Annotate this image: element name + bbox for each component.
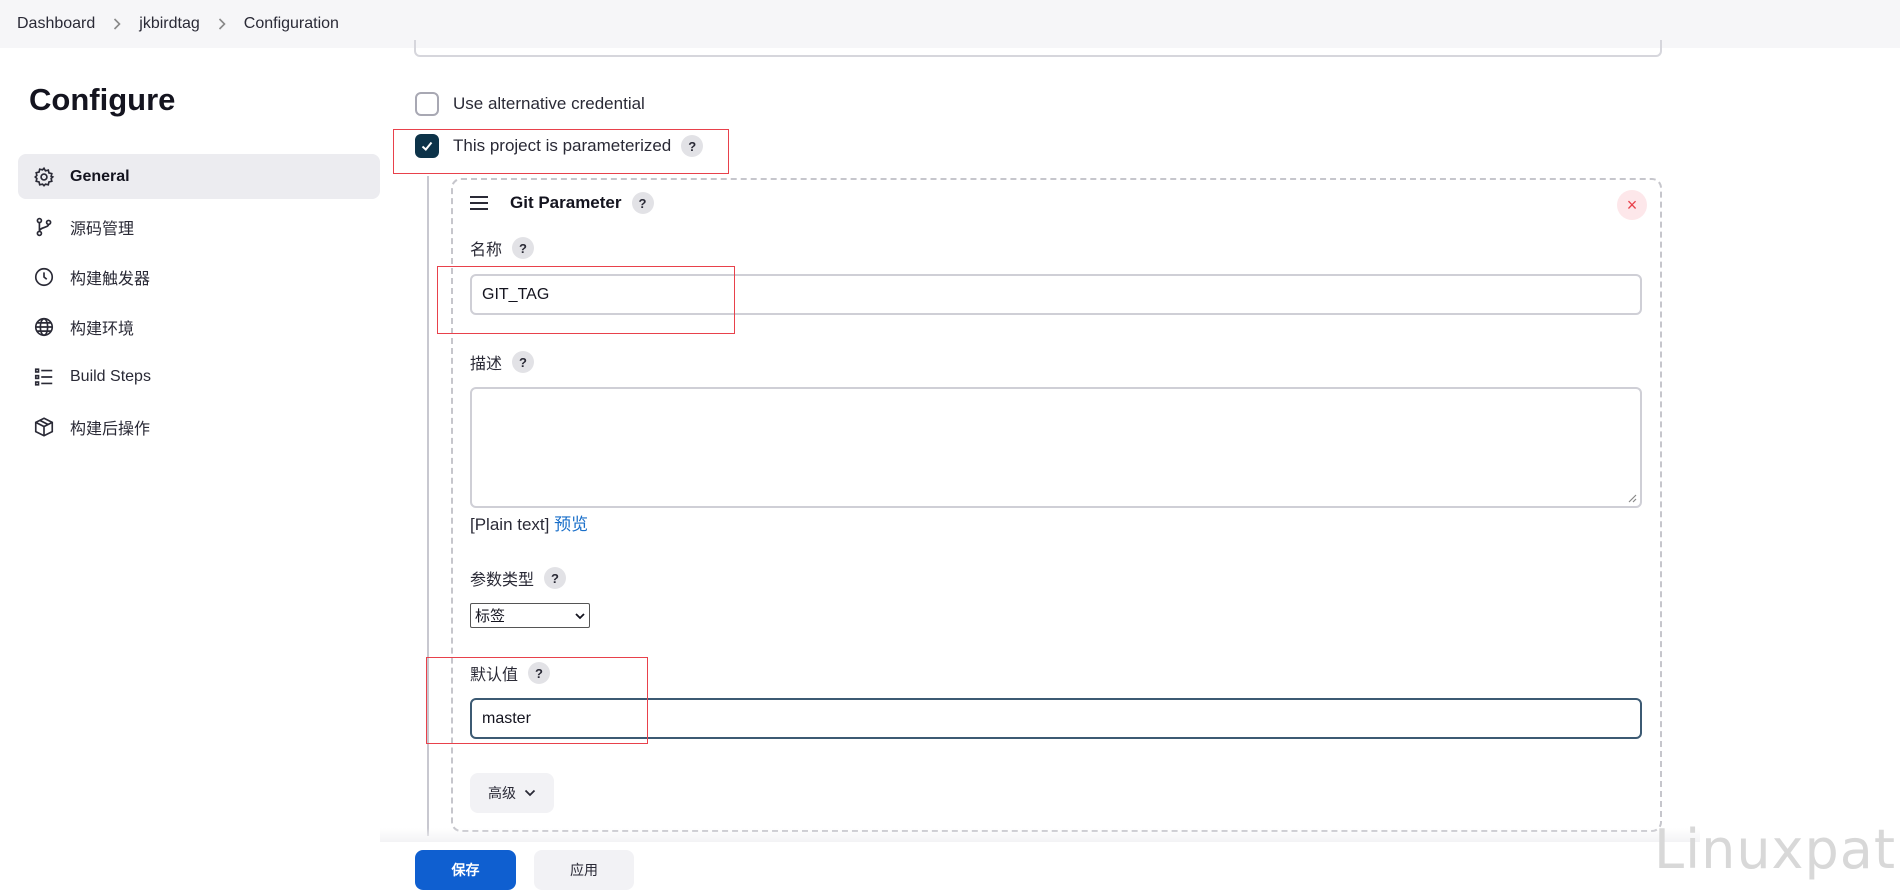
help-icon[interactable]: ? (631, 192, 654, 214)
plain-text-label: [Plain text] (470, 515, 550, 534)
breadcrumb-configuration[interactable]: Configuration (244, 15, 339, 33)
markup-format-row: [Plain text] 预览 (470, 510, 588, 535)
clock-icon (32, 265, 56, 289)
git-parameter-header: Git Parameter ? (470, 192, 654, 214)
type-label: 参数类型 (470, 572, 535, 589)
parameterized-checkbox[interactable] (415, 134, 439, 158)
name-label: 名称 (470, 242, 503, 259)
sidebar-item-environment[interactable]: 构建环境 (18, 304, 380, 349)
sidebar-item-general[interactable]: General (18, 154, 380, 199)
alt-credential-label: Use alternative credential (453, 94, 645, 113)
nesting-line (427, 176, 429, 836)
parameter-type-value: 标签 (475, 608, 506, 625)
parameter-type-select[interactable]: 标签 (470, 603, 590, 628)
parameterized-label: This project is parameterized (453, 136, 672, 155)
save-button[interactable]: 保存 (415, 850, 516, 890)
breadcrumb-project[interactable]: jkbirdtag (139, 15, 199, 33)
branch-icon (32, 215, 56, 239)
drag-handle-icon[interactable] (470, 196, 488, 210)
name-input[interactable]: GIT_TAG (470, 274, 1642, 315)
chevron-down-icon (524, 789, 536, 797)
close-icon[interactable]: × (1617, 190, 1647, 220)
help-icon[interactable]: ? (512, 351, 535, 373)
gear-icon (32, 165, 56, 189)
alt-credential-checkbox[interactable] (415, 92, 439, 116)
watermark: Linuxpath (1654, 818, 1900, 881)
breadcrumb-dashboard[interactable]: Dashboard (17, 15, 95, 33)
help-icon[interactable]: ? (512, 237, 535, 259)
parameterized-row: This project is parameterized ? (415, 134, 704, 158)
type-label-row: 参数类型 ? (470, 566, 567, 590)
name-label-row: 名称 ? (470, 236, 535, 260)
chevron-right-icon (218, 18, 226, 30)
bottom-bar-shadow (380, 828, 1700, 842)
help-icon[interactable]: ? (681, 135, 704, 157)
sidebar-item-label: 源码管理 (70, 220, 135, 238)
page-title: Configure (29, 82, 176, 117)
chevron-down-icon (575, 612, 585, 619)
sidebar-item-source[interactable]: 源码管理 (18, 204, 380, 249)
resize-handle-icon[interactable] (1627, 493, 1637, 503)
alt-credential-row: Use alternative credential (415, 92, 645, 116)
git-parameter-title: Git Parameter (510, 193, 622, 212)
sidebar-item-label: 构建环境 (70, 320, 135, 338)
default-label: 默认值 (470, 667, 519, 684)
sidebar-item-label: 构建后操作 (70, 420, 151, 438)
list-icon (32, 365, 56, 389)
previous-field-edge (414, 40, 1662, 57)
default-value-input[interactable]: master (470, 698, 1642, 739)
description-textarea[interactable] (470, 387, 1642, 508)
default-label-row: 默认值 ? (470, 661, 551, 685)
sidebar-item-label: General (70, 167, 130, 185)
checkmark-icon (421, 141, 433, 151)
package-icon (32, 415, 56, 439)
help-icon[interactable]: ? (528, 662, 551, 684)
description-label: 描述 (470, 356, 503, 373)
description-label-row: 描述 ? (470, 350, 535, 374)
apply-button[interactable]: 应用 (534, 850, 634, 890)
globe-icon (32, 315, 56, 339)
sidebar-item-label: 构建触发器 (70, 270, 151, 288)
sidebar-item-label: Build Steps (70, 367, 151, 385)
sidebar-item-post-build[interactable]: 构建后操作 (18, 404, 380, 449)
chevron-right-icon (113, 18, 121, 30)
sidebar-item-build-steps[interactable]: Build Steps (18, 354, 380, 399)
sidebar-item-triggers[interactable]: 构建触发器 (18, 254, 380, 299)
advanced-button[interactable]: 高级 (470, 773, 554, 813)
help-icon[interactable]: ? (544, 567, 567, 589)
advanced-label: 高级 (488, 785, 516, 801)
preview-link[interactable]: 预览 (554, 515, 588, 534)
